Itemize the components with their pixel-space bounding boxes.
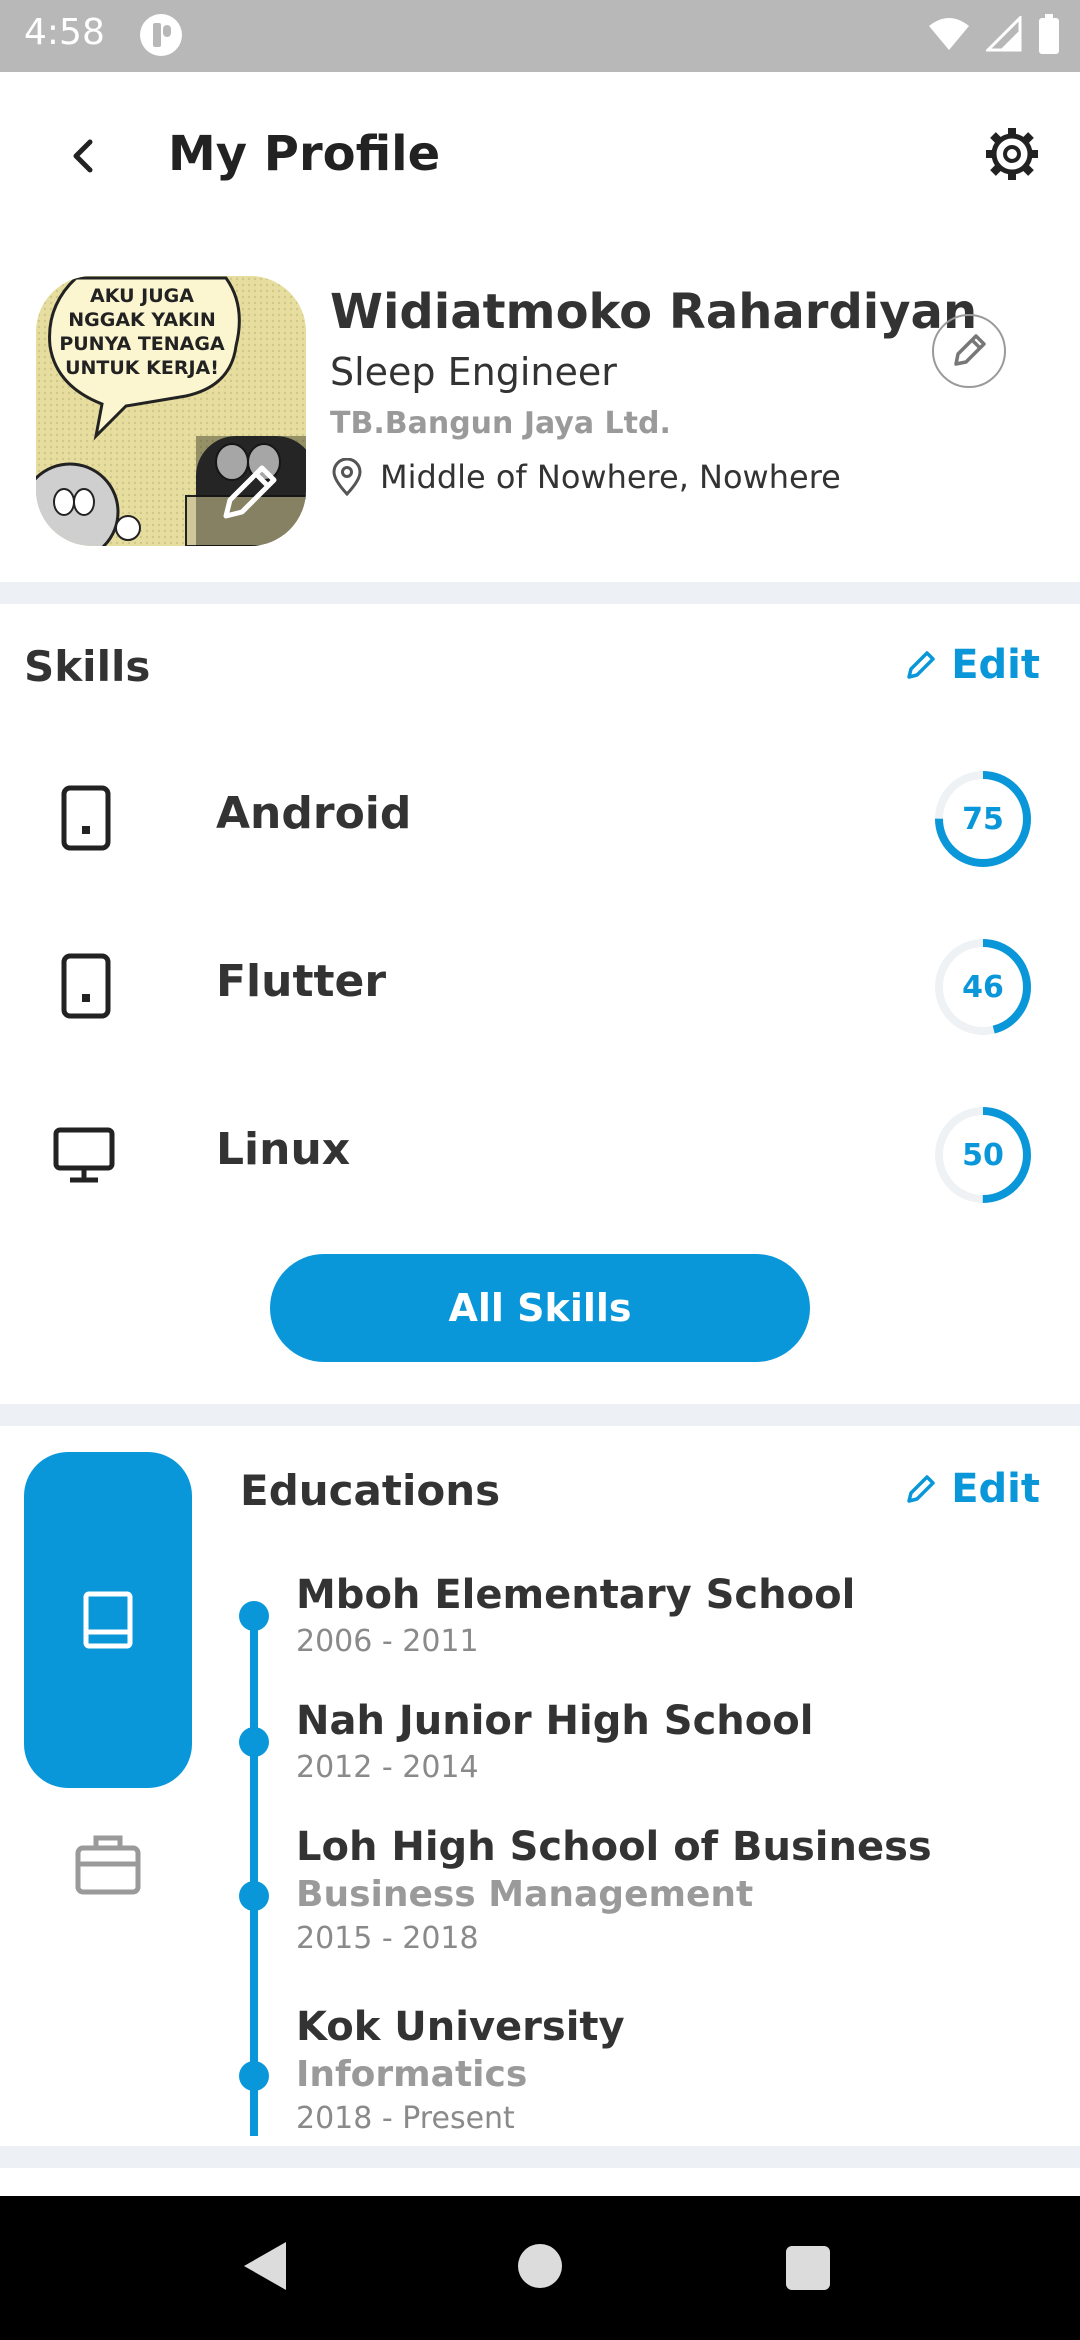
- education-major: Informatics: [296, 2054, 528, 2095]
- education-item[interactable]: Kok University Informatics 2018 - Presen…: [296, 2004, 625, 2136]
- pencil-icon: [907, 651, 935, 679]
- status-icons: [928, 14, 1060, 54]
- education-major: Business Management: [296, 1874, 754, 1915]
- status-bar: 4:58: [0, 0, 1080, 72]
- timeline-dot: [239, 2061, 269, 2091]
- skills-edit-button[interactable]: Edit: [903, 642, 1040, 688]
- tab-educations[interactable]: [24, 1452, 192, 1788]
- educations-section: Educations Edit Mboh Elementary School 2…: [0, 1426, 1080, 2146]
- skills-title: Skills: [24, 642, 151, 691]
- pencil-icon: [907, 1475, 935, 1503]
- profile-company: TB.Bangun Jaya Ltd.: [330, 406, 671, 441]
- skill-name: Android: [216, 788, 412, 839]
- timeline-dot: [239, 1881, 269, 1911]
- section-divider: [0, 1404, 1080, 1426]
- pencil-icon: [954, 334, 986, 366]
- education-years: 2018 - Present: [296, 2101, 515, 2136]
- avatar-caption-2: NGGAK YAKIN: [68, 309, 215, 331]
- edit-profile-button[interactable]: [932, 314, 1006, 388]
- education-years: 2015 - 2018: [296, 1921, 479, 1956]
- briefcase-icon: [75, 1835, 141, 1895]
- education-school: Nah Junior High School: [296, 1698, 814, 1744]
- education-years: 2012 - 2014: [296, 1750, 479, 1785]
- education-timeline: [250, 1616, 258, 2136]
- avatar-caption-4: UNTUK KERJA!: [65, 357, 219, 379]
- skill-value: 75: [962, 801, 1004, 837]
- pencil-icon: [223, 465, 277, 519]
- timeline-dot: [239, 1727, 269, 1757]
- phone-icon: [61, 953, 111, 1019]
- avatar[interactable]: AKU JUGA NGGAK YAKIN PUNYA TENAGA UNTUK …: [36, 276, 306, 546]
- profile-card: AKU JUGA NGGAK YAKIN PUNYA TENAGA UNTUK …: [0, 242, 1080, 582]
- page-title: My Profile: [168, 126, 441, 182]
- battery-icon: [1039, 14, 1059, 54]
- avatar-caption-1: AKU JUGA: [90, 285, 194, 307]
- skill-row[interactable]: Flutter 46: [0, 902, 1080, 1070]
- nav-home-icon[interactable]: [518, 2244, 562, 2288]
- profile-location-text: Middle of Nowhere, Nowhere: [380, 458, 841, 496]
- wifi-icon: [929, 18, 969, 50]
- system-nav-bar: [0, 2196, 1080, 2340]
- status-time: 4:58: [24, 12, 105, 53]
- educations-title: Educations: [240, 1466, 501, 1515]
- educations-edit-label: Edit: [951, 1466, 1040, 1512]
- education-item[interactable]: Mboh Elementary School 2006 - 2011: [296, 1572, 855, 1659]
- skill-value: 46: [962, 969, 1004, 1005]
- book-icon: [83, 1591, 133, 1649]
- skill-name: Flutter: [216, 956, 387, 1007]
- nav-recents-icon[interactable]: [786, 2246, 830, 2290]
- timeline-dot: [239, 1601, 269, 1631]
- skill-value: 50: [962, 1137, 1004, 1173]
- profile-job-title: Sleep Engineer: [330, 350, 617, 394]
- skill-row[interactable]: Android 75: [0, 734, 1080, 902]
- avatar-edit-button[interactable]: [196, 436, 306, 546]
- section-divider: [0, 582, 1080, 604]
- avatar-caption-3: PUNYA TENAGA: [59, 333, 225, 355]
- signal-icon: [986, 16, 1022, 52]
- education-item[interactable]: Loh High School of Business Business Man…: [296, 1824, 932, 1956]
- education-school: Kok University: [296, 2004, 625, 2050]
- skill-row[interactable]: Linux 50: [0, 1070, 1080, 1238]
- skills-edit-label: Edit: [951, 642, 1040, 688]
- location-pin-icon: [332, 458, 362, 496]
- gear-icon[interactable]: [982, 124, 1042, 184]
- notification-icon: [140, 14, 182, 56]
- skills-section: Skills Edit Android 75 Flutter 46 Linux …: [0, 604, 1080, 1404]
- desktop-icon: [53, 1127, 115, 1183]
- all-skills-button[interactable]: All Skills: [270, 1254, 810, 1362]
- back-icon[interactable]: [56, 128, 112, 184]
- section-divider: [0, 2146, 1080, 2168]
- tab-experience[interactable]: [24, 1798, 192, 1938]
- app-bar: My Profile: [0, 72, 1080, 242]
- educations-edit-button[interactable]: Edit: [903, 1466, 1040, 1512]
- phone-icon: [61, 785, 111, 851]
- skill-name: Linux: [216, 1124, 351, 1175]
- profile-location: Middle of Nowhere, Nowhere: [330, 458, 841, 496]
- education-years: 2006 - 2011: [296, 1624, 479, 1659]
- education-school: Loh High School of Business: [296, 1824, 932, 1870]
- nav-back-icon[interactable]: [244, 2242, 286, 2290]
- education-item[interactable]: Nah Junior High School 2012 - 2014: [296, 1698, 813, 1785]
- education-school: Mboh Elementary School: [296, 1572, 856, 1618]
- profile-name: Widiatmoko Rahardiyan: [330, 284, 978, 340]
